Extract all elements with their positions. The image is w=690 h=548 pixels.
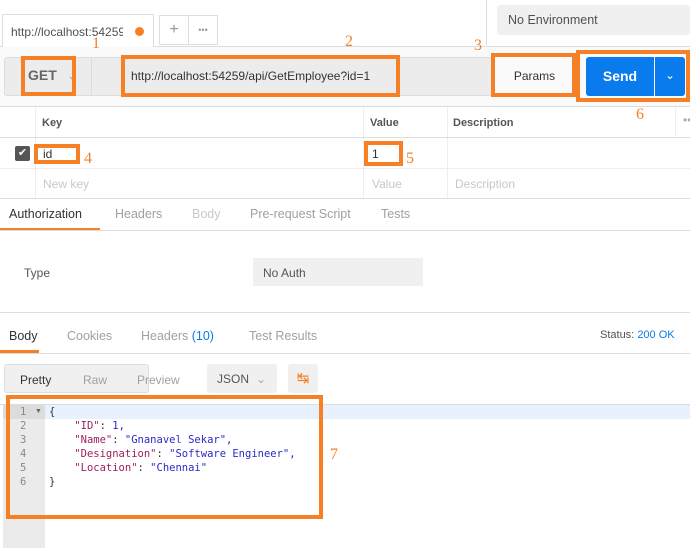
wrap-lines-button[interactable]: ↹	[288, 364, 318, 393]
column-header-value: Value	[370, 117, 399, 129]
view-raw[interactable]: Raw	[83, 373, 107, 387]
response-tab-headers[interactable]: Headers (10)	[141, 329, 214, 343]
annotation-number: 3	[474, 37, 482, 54]
chevron-down-icon: ⌄	[256, 372, 267, 386]
request-tab-label: http://localhost:54259	[11, 25, 123, 39]
more-icon[interactable]: ••	[683, 113, 690, 127]
tab-headers[interactable]: Headers	[115, 207, 162, 221]
divider	[675, 107, 676, 137]
annotation-number: 6	[636, 106, 644, 123]
divider	[91, 58, 92, 95]
column-header-key: Key	[42, 117, 63, 129]
response-tab-body[interactable]: Body	[9, 329, 38, 343]
annotation-number: 4	[84, 150, 92, 167]
status-value: 200 OK	[637, 329, 675, 341]
headers-label: Headers	[141, 329, 189, 343]
new-tab-button[interactable]: +	[159, 15, 189, 45]
annotation-number: 7	[330, 446, 338, 463]
tab-pre-request-script[interactable]: Pre-request Script	[250, 207, 351, 221]
response-tab-cookies[interactable]: Cookies	[67, 329, 112, 343]
status: Status: 200 OK	[600, 329, 675, 341]
environment-label: No Environment	[508, 13, 598, 27]
divider	[0, 230, 690, 231]
divider	[486, 0, 487, 45]
request-tab[interactable]: http://localhost:54259	[2, 14, 154, 47]
view-pretty[interactable]: Pretty	[20, 373, 51, 387]
annotation-box-4	[34, 144, 80, 164]
more-tabs-button[interactable]: •••	[188, 15, 218, 45]
divider	[0, 353, 690, 354]
annotation-number: 5	[406, 150, 414, 167]
annotation-box-3	[491, 53, 576, 97]
annotation-number: 2	[345, 33, 353, 50]
annotation-box-5	[364, 141, 403, 166]
divider	[0, 312, 690, 313]
wrap-icon: ↹	[296, 370, 310, 387]
divider	[0, 198, 690, 199]
tab-body[interactable]: Body	[192, 207, 221, 221]
status-label: Status:	[600, 329, 635, 341]
param-row: ✔ id 1	[0, 138, 690, 168]
column-header-description: Description	[453, 117, 514, 129]
divider	[0, 106, 690, 107]
annotation-box-7	[6, 395, 323, 519]
annotation-number: 1	[92, 35, 100, 52]
format-select[interactable]: JSON ⌄	[207, 364, 277, 393]
format-label: JSON	[217, 372, 250, 386]
new-description-input[interactable]: Description	[455, 177, 515, 191]
headers-count: (10)	[191, 329, 214, 343]
unsaved-dot-icon	[135, 27, 144, 36]
annotation-box-2	[121, 55, 400, 97]
view-preview[interactable]: Preview	[137, 373, 180, 387]
tab-authorization[interactable]: Authorization	[9, 207, 82, 221]
auth-type-select[interactable]: No Auth	[253, 258, 423, 286]
annotation-box-6	[576, 50, 690, 102]
response-tab-test-results[interactable]: Test Results	[249, 329, 317, 343]
param-enabled-checkbox[interactable]: ✔	[15, 146, 30, 161]
divider	[0, 168, 690, 169]
tab-tests[interactable]: Tests	[381, 207, 410, 221]
new-key-input[interactable]: New key	[43, 177, 89, 191]
environment-select[interactable]: No Environment	[497, 5, 690, 35]
auth-type-label: Type	[24, 266, 51, 280]
new-value-input[interactable]: Value	[372, 177, 402, 191]
annotation-box-1	[21, 56, 76, 96]
